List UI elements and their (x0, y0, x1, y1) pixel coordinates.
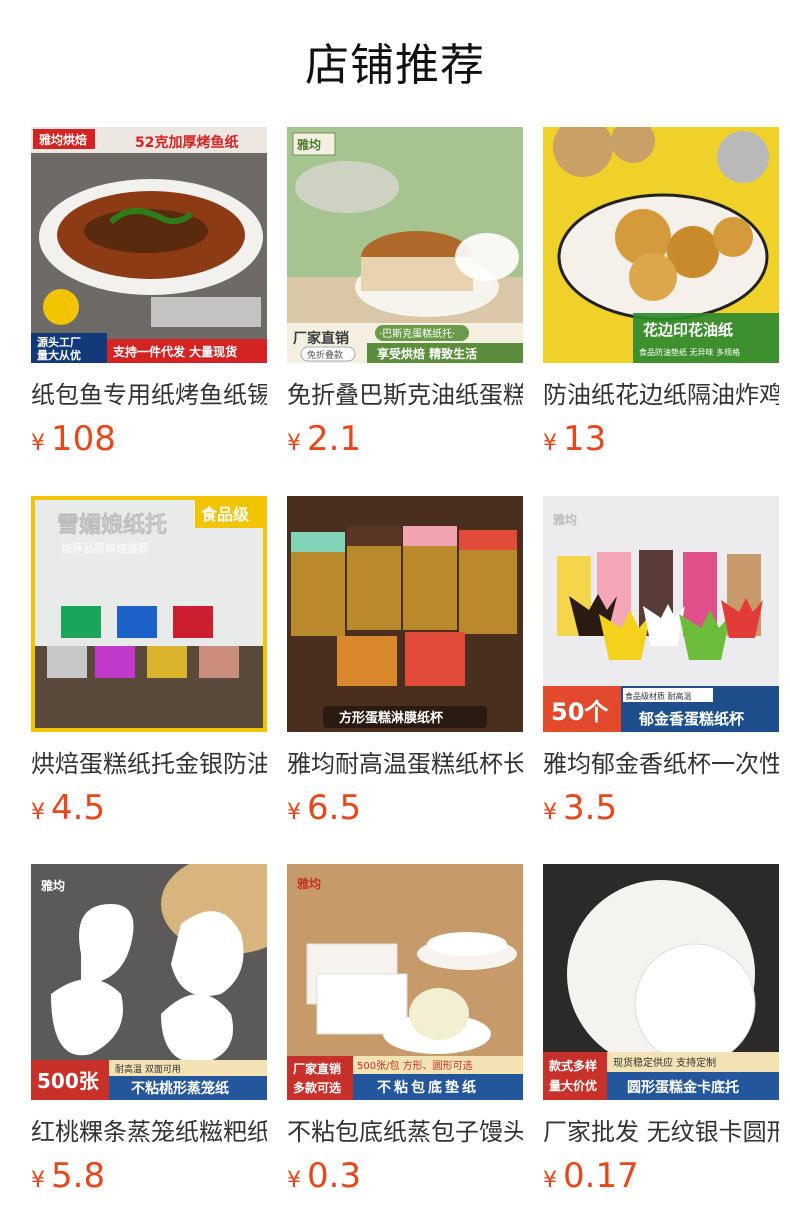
cupcake-liners-image: 雪媚娘纸托 加厚品质烘焙推荐 食品级 (31, 496, 267, 732)
slogan-label: 不粘包底垫纸 (377, 1079, 479, 1096)
product-card[interactable]: 方形蛋糕淋膜纸杯 雅均耐高温蛋糕纸杯长方形 ¥6.5 (287, 496, 523, 836)
square-cake-cups-image: 方形蛋糕淋膜纸杯 (287, 496, 523, 732)
price-value: 2.1 (307, 419, 362, 459)
badge-bottom-label: 量大从优 (37, 348, 81, 362)
brand-label: 雅均 (296, 137, 321, 152)
product-card[interactable]: 雅均 500张 耐高温 双面可用 不粘桃形蒸笼纸 红桃粿条蒸笼纸糍粑纸垫 ¥5.… (31, 864, 267, 1204)
slogan-label: 支持一件代发 大量现货 (112, 344, 237, 359)
product-name[interactable]: 免折叠巴斯克油纸蛋糕纸托 (287, 377, 523, 413)
product-price: ¥4.5 (31, 786, 105, 830)
product-name[interactable]: 厂家批发 无纹银卡圆形垫 (543, 1114, 779, 1150)
price-value: 4.5 (51, 788, 106, 828)
product-price: ¥5.8 (31, 1154, 105, 1198)
badge-top-label: 源头工厂 (37, 335, 81, 349)
brand-label: 雅均 (296, 876, 321, 891)
sub-label: 耐高温 双面可用 (115, 1063, 181, 1075)
badge-top-label: 50个 (551, 698, 609, 726)
headline-label: ·巴斯克蛋糕纸托· (379, 327, 455, 340)
badge-top-label: 500张 (37, 1069, 100, 1093)
product-price: ¥6.5 (287, 786, 361, 830)
currency-symbol: ¥ (287, 1168, 301, 1193)
product-price: ¥13 (543, 417, 606, 461)
sub-label: 现货稳定供应 支持定制 (613, 1056, 716, 1069)
product-card[interactable]: 雅均 50个 食品级材质 耐高温 郁金香蛋糕纸杯 雅均郁金香纸杯一次性蛋糕杯 ¥… (543, 496, 779, 836)
brand-label: 雅均 (40, 878, 65, 893)
badge-top-label: 款式多样 (549, 1058, 597, 1073)
product-card[interactable]: 雅均 厂家直销 多款可选 500张/包 方形、圆形可选 不粘包底垫纸 不粘包底纸… (287, 864, 523, 1204)
price-value: 6.5 (307, 788, 362, 828)
badge-top-label: 厂家直销 (293, 330, 349, 347)
currency-symbol: ¥ (287, 800, 301, 825)
price-value: 5.8 (51, 1156, 106, 1196)
currency-symbol: ¥ (543, 800, 557, 825)
currency-symbol: ¥ (543, 1168, 557, 1193)
slogan-label: 享受烘焙 精致生活 (377, 346, 477, 361)
product-price: ¥2.1 (287, 417, 361, 461)
slogan-label: 不粘桃形蒸笼纸 (131, 1080, 229, 1097)
slogan-label: 圆形蛋糕金卡底托 (627, 1079, 739, 1096)
sub-label: 500张/包 方形、圆形可选 (357, 1059, 473, 1072)
product-card[interactable]: 雅均 厂家直销 免折叠款 ·巴斯克蛋糕纸托· 享受烘焙 精致生活 免折叠巴斯克油… (287, 127, 523, 467)
price-value: 108 (51, 419, 116, 459)
sub-label: 加厚品质烘焙推荐 (61, 541, 149, 555)
bun-bottom-paper-image: 雅均 厂家直销 多款可选 500张/包 方形、圆形可选 不粘包底垫纸 (287, 864, 523, 1100)
headline-label: 52克加厚烤鱼纸 (135, 134, 238, 151)
product-card[interactable]: 雅均烘焙 52克加厚烤鱼纸 源头工厂 量大从优 支持一件代发 大量现货 纸包鱼专… (31, 127, 267, 467)
badge-bottom-label: 多款可选 (293, 1080, 341, 1095)
basque-cake-paper-image: 雅均 厂家直销 免折叠款 ·巴斯克蛋糕纸托· 享受烘焙 精致生活 (287, 127, 523, 363)
product-name[interactable]: 雅均郁金香纸杯一次性蛋糕杯 (543, 746, 779, 782)
sub-label: 食品级材质 耐高温 (625, 691, 692, 701)
headline-label: 花边印花油纸 (643, 321, 733, 339)
product-price: ¥108 (31, 417, 116, 461)
headline-label: 雪媚娘纸托 (57, 512, 167, 538)
product-price: ¥3.5 (543, 786, 617, 830)
product-price: ¥0.3 (287, 1154, 361, 1198)
product-card[interactable]: 款式多样 量大价优 现货稳定供应 支持定制 圆形蛋糕金卡底托 厂家批发 无纹银卡… (543, 864, 779, 1204)
product-card[interactable]: 花边印花油纸 食品防油垫纸 无异味 多规格 防油纸花边纸隔油炸鸡纸 ¥13 (543, 127, 779, 467)
badge-top-label: 厂家直销 (293, 1061, 341, 1076)
currency-symbol: ¥ (287, 431, 301, 456)
fried-chicken-basket-image: 花边印花油纸 食品防油垫纸 无异味 多规格 (543, 127, 779, 363)
product-price: ¥0.17 (543, 1154, 639, 1198)
price-value: 13 (563, 419, 607, 459)
badge-bottom-label: 免折叠款 (307, 349, 343, 361)
product-name[interactable]: 雅均耐高温蛋糕纸杯长方形 (287, 746, 523, 782)
tulip-cups-image: 雅均 50个 食品级材质 耐高温 郁金香蛋糕纸杯 (543, 496, 779, 732)
product-card[interactable]: 雪媚娘纸托 加厚品质烘焙推荐 食品级 烘焙蛋糕纸托金银防油纸杯 ¥4.5 (31, 496, 267, 836)
badge-bottom-label: 量大价优 (549, 1078, 597, 1093)
price-value: 0.17 (563, 1156, 639, 1196)
price-value: 3.5 (563, 788, 618, 828)
badge-top-label: 食品级 (200, 505, 250, 524)
product-name[interactable]: 纸包鱼专用纸烤鱼纸锡纸 (31, 377, 267, 413)
price-value: 0.3 (307, 1156, 362, 1196)
product-name[interactable]: 烘焙蛋糕纸托金银防油纸杯 (31, 746, 267, 782)
currency-symbol: ¥ (31, 431, 45, 456)
currency-symbol: ¥ (31, 800, 45, 825)
grilled-fish-paper-image: 雅均烘焙 52克加厚烤鱼纸 源头工厂 量大从优 支持一件代发 大量现货 (31, 127, 267, 363)
product-name[interactable]: 防油纸花边纸隔油炸鸡纸 (543, 377, 779, 413)
round-cake-board-image: 款式多样 量大价优 现货稳定供应 支持定制 圆形蛋糕金卡底托 (543, 864, 779, 1100)
currency-symbol: ¥ (31, 1168, 45, 1193)
product-name[interactable]: 不粘包底纸蒸包子馒头垫纸 (287, 1114, 523, 1150)
page-title: 店铺推荐 (305, 40, 485, 91)
slogan-label: 方形蛋糕淋膜纸杯 (339, 710, 444, 726)
product-name[interactable]: 红桃粿条蒸笼纸糍粑纸垫 (31, 1114, 267, 1150)
currency-symbol: ¥ (543, 431, 557, 456)
peach-steamer-paper-image: 雅均 500张 耐高温 双面可用 不粘桃形蒸笼纸 (31, 864, 267, 1100)
brand-label: 雅均烘焙 (38, 132, 87, 147)
brand-label: 雅均 (552, 512, 577, 527)
sub-label: 食品防油垫纸 无异味 多规格 (639, 347, 740, 357)
slogan-label: 郁金香蛋糕纸杯 (638, 710, 745, 728)
